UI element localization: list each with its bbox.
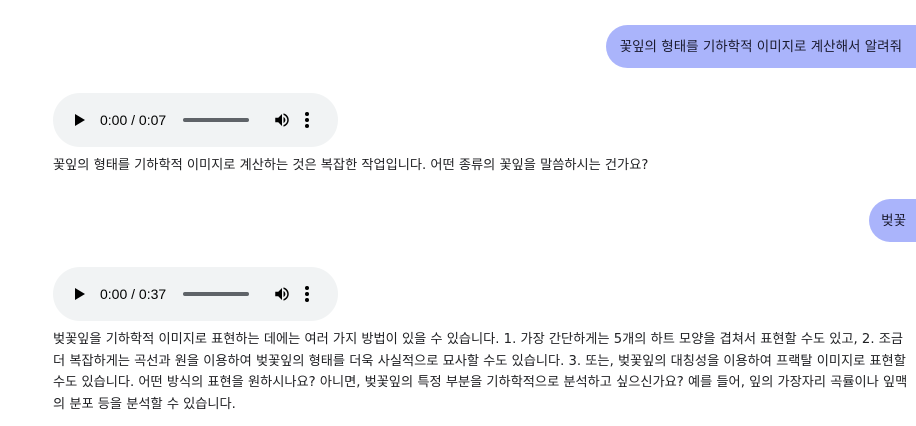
- more-options-icon[interactable]: [305, 286, 309, 302]
- audio-time: 0:00 / 0:37: [100, 286, 167, 302]
- volume-icon[interactable]: [273, 111, 291, 129]
- audio-progress-slider[interactable]: [183, 118, 249, 122]
- volume-icon[interactable]: [273, 285, 291, 303]
- audio-player[interactable]: 0:00 / 0:37: [53, 267, 338, 321]
- audio-progress-slider[interactable]: [183, 292, 249, 296]
- play-icon[interactable]: [75, 288, 85, 300]
- user-message-bubble: 꽃잎의 형태를 기하학적 이미지로 계산해서 알려줘: [605, 25, 916, 68]
- user-message-bubble: 벚꽃: [869, 199, 916, 242]
- play-icon[interactable]: [75, 114, 85, 126]
- audio-time: 0:00 / 0:07: [100, 112, 167, 128]
- more-options-icon[interactable]: [305, 112, 309, 128]
- bot-message-text: 꽃잎의 형태를 기하학적 이미지로 계산하는 것은 복잡한 작업입니다. 어떤 …: [53, 158, 649, 173]
- bot-message-text: 벚꽃잎을 기하학적 이미지로 표현하는 데에는 여러 가지 방법이 있을 수 있…: [53, 332, 908, 412]
- audio-player[interactable]: 0:00 / 0:07: [53, 93, 338, 147]
